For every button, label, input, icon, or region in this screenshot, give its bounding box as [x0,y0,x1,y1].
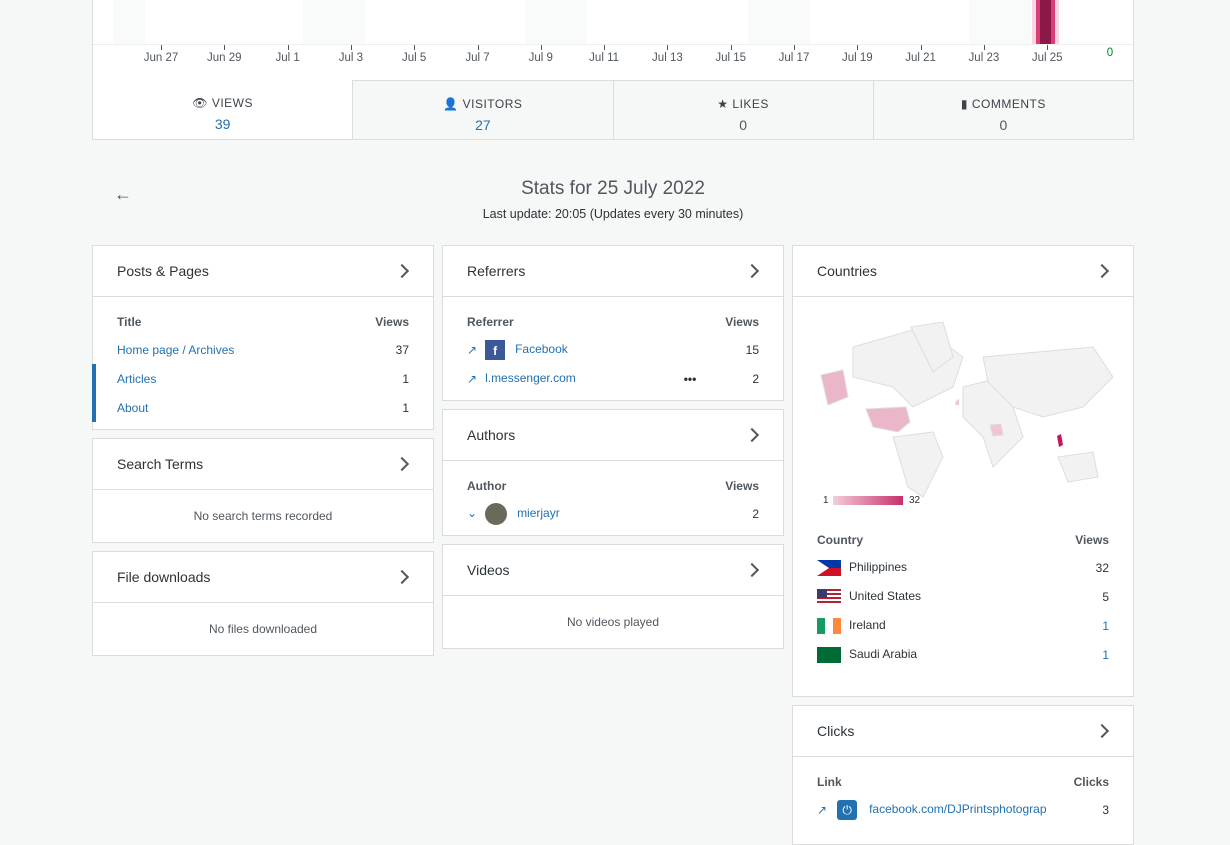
page-title: Stats for 25 July 2022 [521,178,705,199]
x-tick-label: Jul 23 [968,52,1000,64]
x-tick-label: Jul 15 [715,52,747,64]
table-row: ↗ ⏻ facebook.com/DJPrintsphotograp 3 [793,795,1133,824]
x-tick [604,45,606,50]
table-row: ↗ f Facebook 15 [443,335,783,364]
x-tick [540,45,542,50]
x-tick-label: Jul 7 [465,52,490,64]
authors-card: Authors Author Views ⌄ mierjayr 2 [442,409,784,536]
chevron-right-icon[interactable] [744,427,760,443]
videos-card: Videos No videos played [442,544,784,649]
y-axis-label: 0 [1106,47,1114,59]
chevron-right-icon[interactable] [394,263,410,279]
us-flag-icon [817,588,841,605]
posts-pages-header[interactable]: Posts & Pages [93,246,433,297]
x-tick-label: Jul 1 [275,52,300,64]
x-tick [667,45,669,50]
x-tick-label: Jul 3 [338,52,364,64]
countries-card: Countries 1 32 Country Views Philippines 3… [792,245,1134,697]
posts-pages-card: Posts & Pages Title Views Home page / Arc… [92,245,434,430]
last-update: Last update: 20:05 (Updates every 30 min… [482,207,744,221]
table-row: Articles 1 [92,364,433,393]
table-row: ↗ l.messenger.com ••• 2 [467,371,759,386]
x-tick [161,45,162,50]
x-tick [1047,45,1049,50]
referrers-card: Referrers Referrer Views ↗ f Facebook 15 ↗ l.… [442,245,784,401]
world-map [820,321,1114,498]
x-tick-label: Jun 29 [207,52,242,64]
external-link-icon[interactable]: ↗ [467,343,477,357]
stat-tabs: 👁 VIEWS 39 👤 VISITORS 27 ★ LIKES 0 ▮ COM… [92,80,1134,140]
x-tick [350,45,352,50]
x-tick [794,45,795,50]
chevron-right-icon[interactable] [1094,723,1110,739]
x-tick-label: Jul 5 [402,52,427,64]
ireland-flag-icon [817,617,841,634]
chevron-right-icon[interactable] [394,456,410,472]
x-tick [983,45,985,50]
x-tick [224,45,226,50]
site-icon: ⏻ [837,799,858,820]
chevron-right-icon[interactable] [744,263,760,279]
facebook-icon: f [485,339,506,360]
avatar [485,502,508,525]
x-tick-label: Jul 21 [905,52,936,64]
saudi-arabia-flag-icon [817,646,841,663]
tab-visitors[interactable]: 👤 VISITORS 27 [352,80,613,139]
x-tick-label: Jul 25 [1031,52,1063,64]
philippines-flag-icon [817,559,841,576]
comment-icon: ▮ [960,97,968,111]
table-row: Home page / Archives 37 [117,342,409,357]
table-row: Philippines 32 [793,553,1133,582]
x-tick-label: Jul 17 [778,52,810,64]
x-tick [730,45,732,50]
table-row: United States 5 [793,582,1133,611]
chevron-right-icon[interactable] [1094,263,1110,279]
x-tick [414,45,416,50]
views-bar-chart: Jun 27 Jun 29 Jul 1 Jul 3 Jul 5 Jul 7 Jul 9 Jul… [92,0,1134,80]
x-tick-label: Jul 11 [589,52,620,64]
chevron-right-icon[interactable] [394,569,410,585]
x-tick [857,45,859,50]
star-icon: ★ [717,97,729,111]
x-tick-label: Jun 27 [143,52,179,64]
x-tick [920,45,922,50]
table-row: Saudi Arabia 1 [793,640,1133,669]
table-row: Ireland 1 [793,611,1133,640]
tab-views[interactable]: 👁 VIEWS 39 [93,80,353,139]
tab-comments[interactable]: ▮ COMMENTS 0 [872,80,1133,139]
table-row: ⌄ mierjayr 2 [443,499,783,528]
file-downloads-card: File downloads No files downloaded [92,551,434,656]
clicks-card: Clicks Link Clicks ↗ ⏻ facebook.com/DJPrint… [792,705,1134,845]
x-tick-label: Jul 9 [528,52,553,64]
chevron-right-icon[interactable] [744,562,760,578]
x-tick [477,45,479,50]
eye-icon: 👁 [192,96,208,110]
x-tick-label: Jul 13 [652,52,683,64]
color-scale [833,496,903,505]
external-link-icon[interactable]: ↗ [467,372,477,386]
person-icon: 👤 [443,97,459,111]
tab-likes[interactable]: ★ LIKES 0 [612,80,873,139]
more-options-icon[interactable]: ••• [684,372,697,386]
x-tick [287,45,289,50]
external-link-icon[interactable]: ↗ [817,803,827,817]
chevron-down-icon[interactable]: ⌄ [467,506,477,520]
x-tick-label: Jul 19 [841,52,873,64]
search-terms-card: Search Terms No search terms recorded [92,438,434,543]
table-row: About 1 [92,393,433,422]
